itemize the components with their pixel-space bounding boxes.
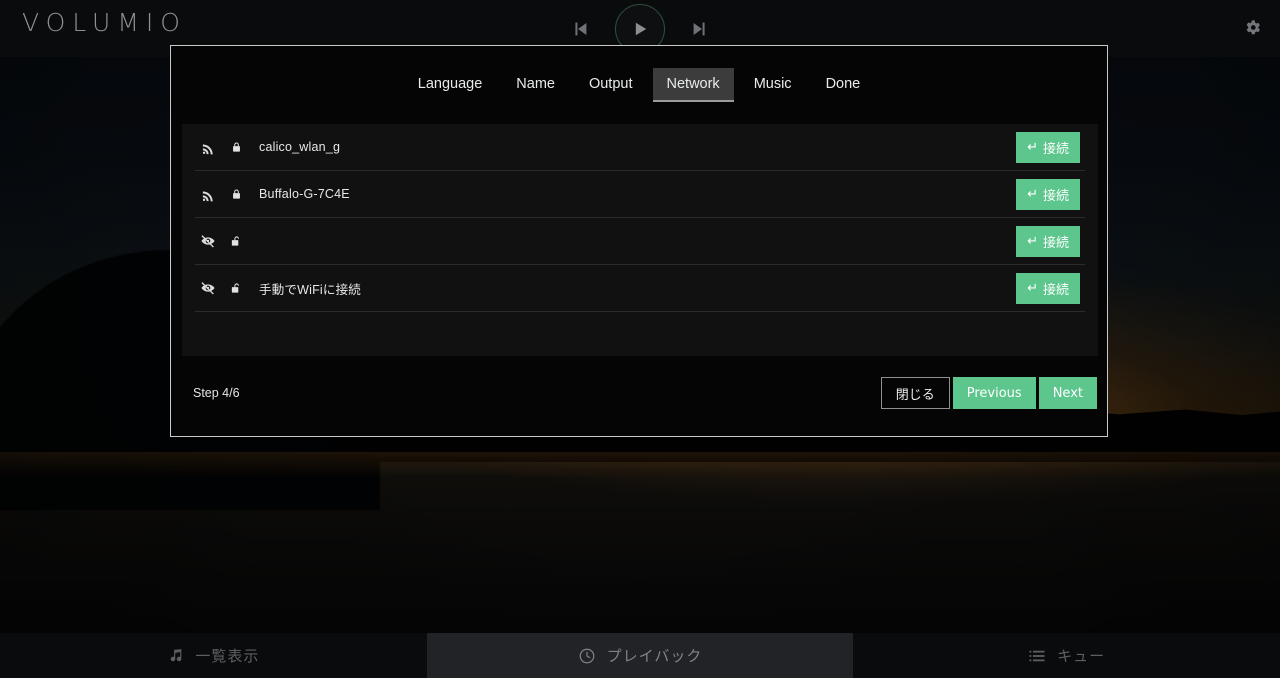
table-row[interactable]: Buffalo-G-7C4E ↵ 接続 bbox=[195, 171, 1085, 218]
next-button[interactable]: Next bbox=[1038, 377, 1097, 409]
close-button[interactable]: 閉じる bbox=[880, 377, 950, 409]
eye-slash-icon bbox=[195, 280, 221, 296]
connect-button[interactable]: ↵ 接続 bbox=[1016, 225, 1080, 257]
tab-done[interactable]: Done bbox=[812, 68, 875, 102]
table-row[interactable]: ↵ 接続 bbox=[195, 218, 1085, 265]
connect-button-label: 接続 bbox=[1042, 235, 1069, 251]
table-row[interactable]: 手動でWiFiに接続 ↵ 接続 bbox=[195, 265, 1085, 312]
tab-name[interactable]: Name bbox=[502, 68, 569, 102]
table-row[interactable]: calico_wlan_g ↵ 接続 bbox=[195, 124, 1085, 171]
playback-disc-icon bbox=[578, 647, 596, 665]
network-ssid: calico_wlan_g bbox=[259, 140, 341, 154]
eye-slash-icon bbox=[195, 233, 221, 249]
connect-button[interactable]: ↵ 接続 bbox=[1016, 131, 1080, 163]
tab-music[interactable]: Music bbox=[740, 68, 806, 102]
skip-previous-icon[interactable] bbox=[567, 16, 593, 42]
lock-open-icon bbox=[221, 235, 251, 248]
lock-closed-icon bbox=[221, 141, 251, 154]
wizard-tabs: Language Name Output Network Music Done bbox=[171, 46, 1107, 124]
setup-wizard-modal: Language Name Output Network Music Done bbox=[170, 45, 1108, 437]
connect-button[interactable]: ↵ 接続 bbox=[1016, 272, 1080, 304]
nav-item-playback[interactable]: プレイバック bbox=[426, 633, 854, 678]
skip-next-icon[interactable] bbox=[687, 16, 713, 42]
connect-button[interactable]: ↵ 接続 bbox=[1016, 178, 1080, 210]
connect-button-label: 接続 bbox=[1042, 141, 1069, 157]
return-arrow-icon: ↵ bbox=[1027, 280, 1038, 296]
wizard-footer-buttons: 閉じる Previous Next bbox=[880, 377, 1097, 409]
bottom-navigation: 一覧表示 プレイバック キュー bbox=[0, 633, 1280, 678]
network-ssid: 手動でWiFiに接続 bbox=[259, 282, 361, 297]
gear-icon[interactable] bbox=[1238, 13, 1266, 41]
nav-label: プレイバック bbox=[606, 648, 703, 665]
music-note-icon bbox=[167, 647, 184, 664]
tab-language[interactable]: Language bbox=[404, 68, 497, 102]
step-indicator: Step 4/6 bbox=[193, 386, 240, 400]
connect-button-label: 接続 bbox=[1042, 282, 1069, 298]
return-arrow-icon: ↵ bbox=[1027, 233, 1038, 249]
nav-item-browse[interactable]: 一覧表示 bbox=[0, 633, 427, 678]
return-arrow-icon: ↵ bbox=[1027, 186, 1038, 202]
network-ssid: Buffalo-G-7C4E bbox=[259, 187, 350, 201]
wifi-icon bbox=[195, 187, 221, 202]
tab-network[interactable]: Network bbox=[652, 68, 734, 102]
play-icon bbox=[635, 22, 647, 36]
connect-button-label: 接続 bbox=[1042, 188, 1069, 204]
return-arrow-icon: ↵ bbox=[1027, 139, 1038, 155]
nav-item-queue[interactable]: キュー bbox=[853, 633, 1280, 678]
tab-output[interactable]: Output bbox=[575, 68, 647, 102]
lock-closed-icon bbox=[221, 188, 251, 201]
wifi-icon bbox=[195, 140, 221, 155]
nav-label: キュー bbox=[1057, 648, 1106, 665]
queue-list-icon bbox=[1028, 647, 1046, 665]
previous-button[interactable]: Previous bbox=[952, 377, 1036, 409]
lock-open-icon bbox=[221, 282, 251, 295]
nav-label: 一覧表示 bbox=[195, 648, 260, 665]
volumio-app: VOLUMIO Language Name Output Network Mus… bbox=[0, 0, 1280, 678]
wifi-network-list: calico_wlan_g ↵ 接続 Buffalo-G-7C4E ↵ 接続 ↵… bbox=[182, 124, 1098, 356]
wizard-footer: Step 4/6 閉じる Previous Next bbox=[171, 356, 1107, 436]
